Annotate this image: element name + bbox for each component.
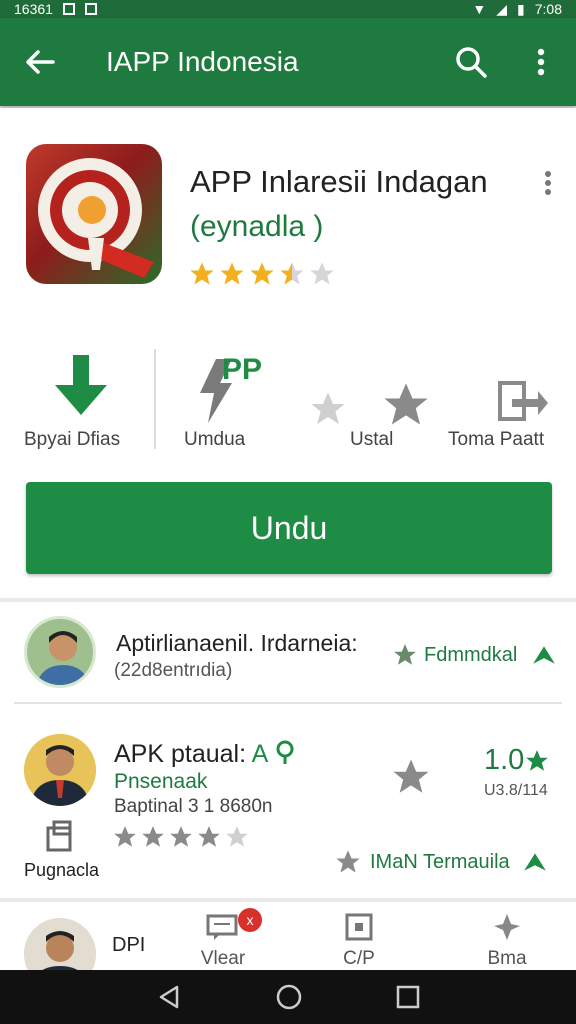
app-logo-icon xyxy=(26,144,162,284)
wifi-icon: ▼ xyxy=(472,1,487,17)
notification-icon-2 xyxy=(84,3,97,15)
bottom-tabs: x Vlear C/P Bma xyxy=(150,906,576,970)
review-left-label: Pugnacla xyxy=(24,860,100,880)
avatar xyxy=(24,616,96,688)
battery-icon: ▮ xyxy=(517,0,525,17)
rating-star-icon xyxy=(220,262,244,285)
status-clock: 7:08 xyxy=(534,1,562,17)
app-bar: IAPP Indonesia xyxy=(0,18,576,106)
tab-label: C/P xyxy=(343,948,375,969)
notification-icon xyxy=(62,3,75,15)
rating-star-icon xyxy=(114,826,136,847)
review-score: 1.0 xyxy=(484,744,550,777)
install-button[interactable]: Undu xyxy=(26,482,552,574)
download-icon xyxy=(55,355,107,415)
rating-star-icon xyxy=(226,826,248,847)
notification-badge: x xyxy=(238,908,262,932)
app-header-card: APP Inlaresii Indagan (eynadla ) Bpyai D… xyxy=(0,108,576,598)
pp-badge-text: PP xyxy=(222,353,263,386)
app-bar-title: IAPP Indonesia xyxy=(106,46,299,77)
rating-star-icon xyxy=(190,262,214,285)
search-button[interactable] xyxy=(436,46,506,78)
stat-label-share: Toma Paatt xyxy=(448,429,545,450)
status-time-left: 16361 xyxy=(14,1,53,17)
arrow-back-icon xyxy=(26,50,55,74)
review-title: DPI xyxy=(112,934,146,956)
review-subtitle: Pnsenaak xyxy=(114,770,208,793)
tab-bma[interactable]: Bma xyxy=(462,906,552,970)
star-outline-icon xyxy=(311,392,345,424)
nav-back-icon[interactable] xyxy=(155,983,183,1011)
tab-cp[interactable]: C/P xyxy=(314,906,404,970)
review-footer-action[interactable]: IMaN Termauila xyxy=(334,848,548,876)
system-nav-bar xyxy=(0,970,576,1024)
review-subtitle: (22d8entrıdia) xyxy=(114,660,233,681)
status-bar: 16361 ▼ ◢ ▮ 7:08 xyxy=(0,0,576,18)
review-score-value: 1.0 xyxy=(484,744,525,776)
star-icon xyxy=(526,749,549,771)
star-icon xyxy=(393,759,429,793)
app-options-button[interactable] xyxy=(544,170,552,201)
back-button[interactable] xyxy=(0,49,80,75)
location-pin-icon xyxy=(276,740,294,764)
rating-stars xyxy=(188,260,336,288)
app-name: APP Inlaresii Indagan xyxy=(190,164,488,199)
nav-home-icon[interactable] xyxy=(274,982,304,1012)
tab-label: Vlear xyxy=(200,948,246,969)
tab-vlear[interactable]: x Vlear xyxy=(178,906,268,970)
star-icon xyxy=(336,850,360,873)
avatar xyxy=(24,918,96,972)
share-icon xyxy=(498,381,548,421)
card-icon xyxy=(345,913,373,941)
overflow-menu-button[interactable] xyxy=(506,48,576,76)
review-rating-stars xyxy=(112,824,250,850)
review-title-suffix: A xyxy=(251,740,267,768)
stat-label-downloads: Bpyai Dfias xyxy=(24,429,121,450)
review-title-prefix: APK ptaual: xyxy=(114,740,247,768)
more-vert-icon xyxy=(537,48,545,76)
list-item[interactable]: Aptirlianaenil. Irdarneia: (22d8entrıdia… xyxy=(0,602,576,702)
rating-star-icon xyxy=(198,826,220,847)
stats-row: Bpyai Dfias PP Umdua Ustal Toma Paatt xyxy=(0,343,576,463)
review-title: APK ptaual: A xyxy=(114,740,296,769)
review-action-label: Fdmmdkal xyxy=(424,643,518,666)
review-title: Aptirlianaenil. Irdarneia: xyxy=(116,630,358,656)
search-icon xyxy=(456,47,487,78)
stat-divider xyxy=(154,349,156,449)
more-vert-icon xyxy=(545,171,551,195)
review-footer-label: IMaN Termauila xyxy=(370,850,510,873)
review-meta: Baptinal 3 1 8680n xyxy=(114,796,273,817)
rating-star-icon xyxy=(250,262,274,285)
list-item[interactable]: APK ptaual: A Pnsenaak Baptinal 3 1 8680… xyxy=(0,704,576,896)
stat-label-rating: Ustal xyxy=(350,429,394,450)
rating-star-icon xyxy=(142,826,164,847)
send-icon xyxy=(523,853,546,871)
send-icon xyxy=(533,646,556,664)
nav-recents-icon[interactable] xyxy=(395,984,421,1010)
stat-label-category: Umdua xyxy=(184,429,246,450)
pin-icon xyxy=(494,914,520,940)
review-user-icon xyxy=(44,820,76,857)
star-icon xyxy=(394,644,416,665)
developer-link[interactable]: (eynadla ) xyxy=(190,210,323,244)
review-action[interactable]: Fdmmdkal xyxy=(392,642,557,668)
avatar xyxy=(24,734,96,806)
rating-star-icon xyxy=(170,826,192,847)
rating-star-icon xyxy=(310,262,334,285)
tab-label: Bma xyxy=(487,948,527,969)
review-score-sub: U3.8/114 xyxy=(484,782,548,799)
reviews-card: Aptirlianaenil. Irdarneia: (22d8entrıdia… xyxy=(0,602,576,898)
rating-star-icon xyxy=(280,262,304,285)
star-icon xyxy=(384,383,428,425)
signal-icon: ◢ xyxy=(496,0,508,17)
chat-icon xyxy=(206,914,238,940)
